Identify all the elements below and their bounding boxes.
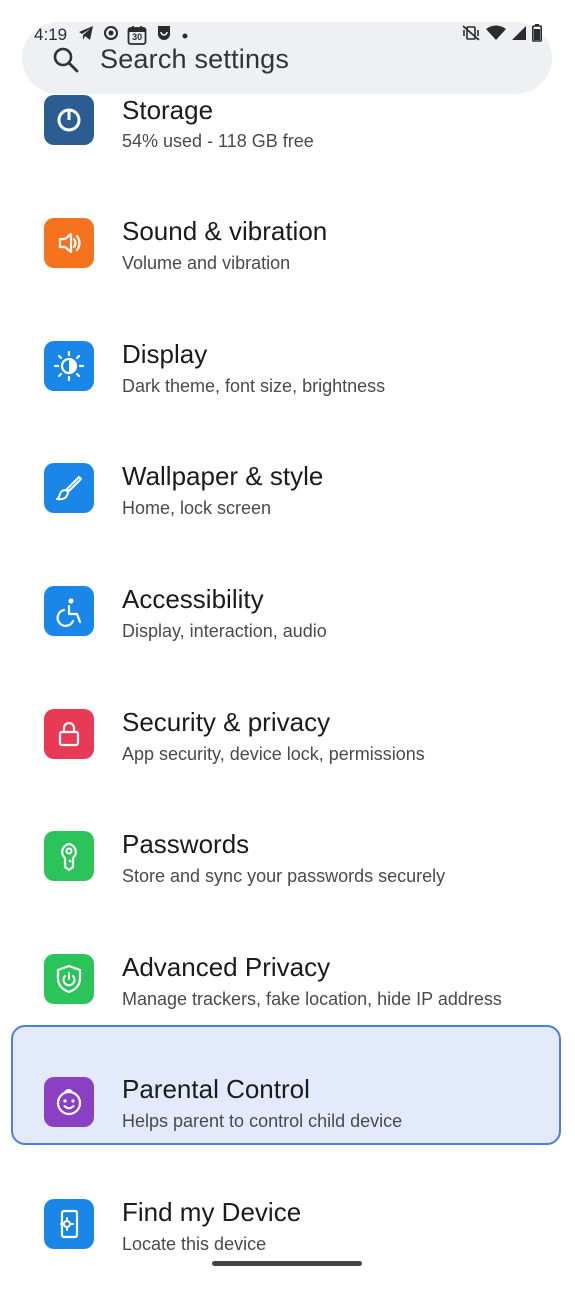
gesture-navigation-handle[interactable] [212, 1261, 362, 1266]
calendar-icon: 30 [127, 25, 147, 45]
find-device-icon [44, 1199, 94, 1249]
search-bar[interactable]: 4:19 30 Search settings [22, 22, 552, 94]
item-title: Parental Control [122, 1074, 310, 1104]
settings-item-parental-control[interactable]: Parental Control Helps parent to control… [0, 1025, 575, 1147]
accessibility-icon [44, 586, 94, 636]
item-subtitle: Manage trackers, fake location, hide IP … [122, 989, 502, 1009]
notification-dot-icon [181, 25, 189, 45]
settings-item-accessibility[interactable]: Accessibility Display, interaction, audi… [0, 566, 575, 688]
speaker-icon [44, 218, 94, 268]
status-time: 4:19 [34, 25, 68, 44]
settings-list: Storage 54% used - 118 GB free Sound & v… [0, 0, 575, 1280]
item-subtitle: Locate this device [122, 1234, 267, 1254]
settings-item-find-my-device[interactable]: Find my Device Locate this device [0, 1179, 575, 1301]
settings-item-passwords[interactable]: Passwords Store and sync your passwords … [0, 811, 575, 933]
telegram-icon [77, 24, 95, 47]
search-icon [52, 46, 80, 74]
search-placeholder: Search settings [100, 44, 290, 74]
item-subtitle: 54% used - 118 GB free [122, 131, 314, 151]
record-icon [103, 25, 119, 46]
brightness-icon [44, 341, 94, 391]
item-title: Security & privacy [122, 707, 331, 737]
item-subtitle: App security, device lock, permissions [122, 744, 425, 764]
item-title: Storage [122, 95, 214, 125]
storage-icon [44, 95, 94, 145]
status-bar-right [461, 23, 542, 47]
brush-icon [44, 463, 94, 513]
item-title: Display [122, 339, 208, 369]
settings-item-sound[interactable]: Sound & vibration Volume and vibration [0, 198, 575, 320]
item-title: Passwords [122, 829, 250, 859]
item-subtitle: Volume and vibration [122, 253, 291, 273]
item-title: Accessibility [122, 584, 264, 614]
lock-icon [44, 709, 94, 759]
item-subtitle: Store and sync your passwords securely [122, 866, 446, 886]
child-face-icon [44, 1077, 94, 1127]
vibrate-mute-icon [461, 24, 481, 47]
item-title: Sound & vibration [122, 216, 328, 246]
settings-item-wallpaper[interactable]: Wallpaper & style Home, lock screen [0, 443, 575, 565]
item-title: Advanced Privacy [122, 952, 331, 982]
wifi-icon [486, 25, 506, 46]
item-subtitle: Home, lock screen [122, 498, 272, 518]
settings-item-security[interactable]: Security & privacy App security, device … [0, 689, 575, 811]
item-subtitle: Dark theme, font size, brightness [122, 376, 386, 396]
item-title: Find my Device [122, 1197, 302, 1227]
battery-icon [532, 23, 542, 47]
status-bar-left: 4:19 30 [34, 24, 189, 46]
item-subtitle: Helps parent to control child device [122, 1111, 403, 1131]
shield-power-icon [44, 954, 94, 1004]
item-title: Wallpaper & style [122, 461, 324, 491]
calendar-day: 30 [132, 32, 143, 42]
settings-item-display[interactable]: Display Dark theme, font size, brightnes… [0, 321, 575, 443]
cell-signal-icon [511, 25, 527, 46]
key-icon [44, 831, 94, 881]
item-subtitle: Display, interaction, audio [122, 621, 327, 641]
